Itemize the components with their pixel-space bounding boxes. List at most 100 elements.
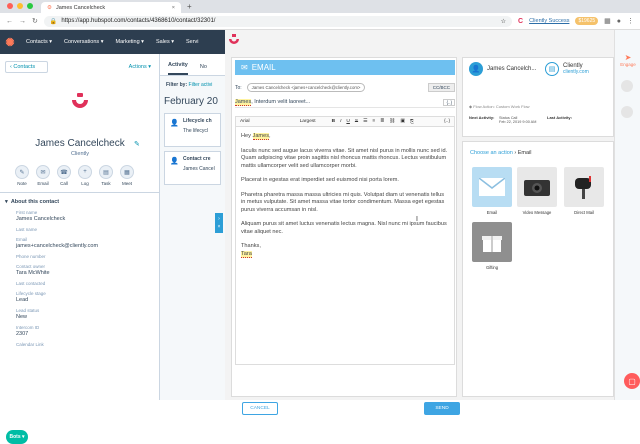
reload-icon[interactable]: ↻ xyxy=(32,17,38,25)
paragraph: Placerat in egestas erat imperdiet sed e… xyxy=(241,177,399,183)
underline-button[interactable]: U xyxy=(346,119,349,124)
size-select[interactable]: Largest xyxy=(300,119,316,124)
email-action[interactable]: ✉ Email xyxy=(35,165,51,186)
meet-action[interactable]: ▦ Meet xyxy=(119,165,135,186)
video-message-tile[interactable] xyxy=(517,167,557,207)
paragraph: Aliquam purus sit amet luctus venenatis … xyxy=(241,221,447,235)
filter-link[interactable]: Filter activi xyxy=(189,82,213,88)
extension-grid-icon[interactable]: ▦ xyxy=(604,17,611,25)
property-first-name: First name James Cancelcheck xyxy=(16,210,66,222)
minimize-window-dot[interactable] xyxy=(17,3,23,9)
last-activity: Last Activity: xyxy=(547,115,572,120)
text-cursor-icon: I xyxy=(416,216,418,223)
hubspot-logo-icon[interactable]: ✺ xyxy=(0,30,20,54)
bullet-list-icon[interactable]: ☰ xyxy=(363,119,367,124)
contact-avatar xyxy=(64,86,96,118)
property-phone: Phone number xyxy=(16,254,46,259)
note-action[interactable]: ✎ Note xyxy=(14,165,30,186)
direct-mail-tile[interactable] xyxy=(564,167,604,207)
maximize-window-dot[interactable] xyxy=(27,3,33,9)
activity-card[interactable]: 👤 Contact cre James Cancel xyxy=(164,151,221,185)
company-icon: ▤ xyxy=(545,62,559,76)
browser-tab[interactable]: ⚙ James Cancelcheck × xyxy=(41,2,181,13)
engage-button[interactable]: ➤ Engage xyxy=(619,53,637,67)
profile-label[interactable]: Cliently Success xyxy=(529,18,569,24)
calendar-icon: ▦ xyxy=(120,165,134,179)
quick-actions: ✎ Note ✉ Email ☎ Call + Log ▤ Task ▦ Meet xyxy=(14,165,135,186)
property-calendar-link: Calendar Link xyxy=(16,342,44,347)
task-action[interactable]: ▤ Task xyxy=(98,165,114,186)
cancel-button[interactable]: CANCEL xyxy=(242,402,278,415)
back-arrow-icon[interactable]: ← xyxy=(6,18,13,25)
variable-icon[interactable]: {..} xyxy=(444,119,450,124)
gifting-tile[interactable] xyxy=(472,222,512,262)
subject-field[interactable]: James, Interdum velit laoreet... {..} xyxy=(235,97,455,108)
tab-notes[interactable]: No xyxy=(200,64,207,75)
direct-mail-tile-label: Direct Mail xyxy=(574,210,594,215)
image-icon[interactable]: ▣ xyxy=(400,119,405,124)
nav-sales[interactable]: Sales ▾ xyxy=(150,39,180,45)
chat-bubble-icon[interactable]: ▢ xyxy=(624,373,640,389)
credit-badge: $19625 xyxy=(575,17,599,25)
address-bar[interactable]: 🔒 https://app.hubspot.com/contacts/43686… xyxy=(43,15,513,27)
mailbox-icon xyxy=(575,176,591,199)
link-icon[interactable]: ⛓ xyxy=(389,119,395,124)
close-window-dot[interactable] xyxy=(7,3,13,9)
align-icon[interactable]: ≣ xyxy=(380,119,384,124)
strike-button[interactable]: S xyxy=(355,119,358,124)
right-rail: ➤ Engage ▢ xyxy=(614,30,640,400)
forward-arrow-icon[interactable]: → xyxy=(19,18,26,25)
cc-bcc-button[interactable]: CC/BCC xyxy=(427,83,455,92)
tab-activity[interactable]: Activity xyxy=(168,62,188,75)
property-owner: Contact owner Tara McWhite xyxy=(16,264,50,276)
activity-filter: Filter by: Filter activi xyxy=(166,82,213,88)
call-action[interactable]: ☎ Call xyxy=(56,165,72,186)
back-to-contacts-button[interactable]: ‹ Contacts xyxy=(5,61,48,73)
task-icon: ▤ xyxy=(99,165,113,179)
chevron-right-icon: › xyxy=(218,216,220,222)
expand-panel-button[interactable]: › × xyxy=(215,213,223,233)
nav-service[interactable]: Servi xyxy=(180,39,205,45)
email-body[interactable]: Hey James, Iaculis nunc sed augue lacus … xyxy=(235,127,455,365)
attachment-icon[interactable]: ⎘ xyxy=(410,119,414,125)
send-button[interactable]: SEND xyxy=(424,402,460,415)
email-composer: ✉ EMAIL To: James Cancelcheck <james+canc… xyxy=(231,57,460,415)
cliently-extension-icon[interactable]: C xyxy=(518,18,523,25)
activity-card[interactable]: 👤 Lifecycle ch The lifecycl xyxy=(164,113,221,147)
property-lead-status: Lead status New xyxy=(16,308,40,320)
italic-button[interactable]: I xyxy=(340,119,341,124)
bots-button[interactable]: Bots ▾ xyxy=(6,430,28,444)
hubspot-nav: ✺ Contacts ▾ Conversations ▾ Marketing ▾… xyxy=(0,30,225,54)
nav-marketing[interactable]: Marketing ▾ xyxy=(109,39,149,45)
edit-pencil-icon[interactable]: ✎ xyxy=(134,140,140,148)
rail-avatar-icon[interactable] xyxy=(621,80,633,92)
to-row: To: James Cancelcheck <james+cancelcheck… xyxy=(235,82,455,93)
new-tab-button[interactable]: + xyxy=(181,2,198,13)
company-link[interactable]: cliently.com xyxy=(563,69,589,75)
close-x-icon: × xyxy=(217,224,221,230)
cliently-panel: ✉ EMAIL To: James Cancelcheck <james+canc… xyxy=(225,30,640,415)
contact-company[interactable]: Cliently xyxy=(0,151,160,157)
actions-dropdown[interactable]: Actions ▾ xyxy=(129,64,151,70)
about-section-toggle[interactable]: ▾ About this contact xyxy=(0,192,160,211)
font-select[interactable]: Arial xyxy=(240,119,250,124)
star-icon[interactable]: ☆ xyxy=(501,18,506,25)
cliently-logo-icon xyxy=(66,88,94,116)
bold-button[interactable]: B xyxy=(332,119,335,124)
email-header: ✉ EMAIL xyxy=(235,60,455,75)
summary-contact-name[interactable]: James Cancelch... xyxy=(487,66,536,72)
user-avatar-icon[interactable]: ● xyxy=(617,18,621,25)
variable-button[interactable]: {..} xyxy=(443,98,455,106)
menu-dots-icon[interactable]: ⋮ xyxy=(627,17,634,25)
next-activity: Next Activity: Status Call Feb 22, 2019 … xyxy=(469,115,537,124)
numbered-list-icon[interactable]: ≡ xyxy=(372,119,375,124)
email-tile[interactable] xyxy=(472,167,512,207)
recipient-chip[interactable]: James Cancelcheck <james+cancelcheck@cli… xyxy=(246,83,366,92)
close-tab-icon[interactable]: × xyxy=(172,5,175,11)
nav-conversations[interactable]: Conversations ▾ xyxy=(58,39,109,45)
property-intercom-id: Intercom ID 2307 xyxy=(16,325,40,337)
property-email: Email james+cancelcheck@cliently.com xyxy=(16,237,99,249)
nav-contacts[interactable]: Contacts ▾ xyxy=(20,39,58,45)
log-action[interactable]: + Log xyxy=(77,165,93,186)
rail-avatar-icon[interactable] xyxy=(621,106,633,118)
